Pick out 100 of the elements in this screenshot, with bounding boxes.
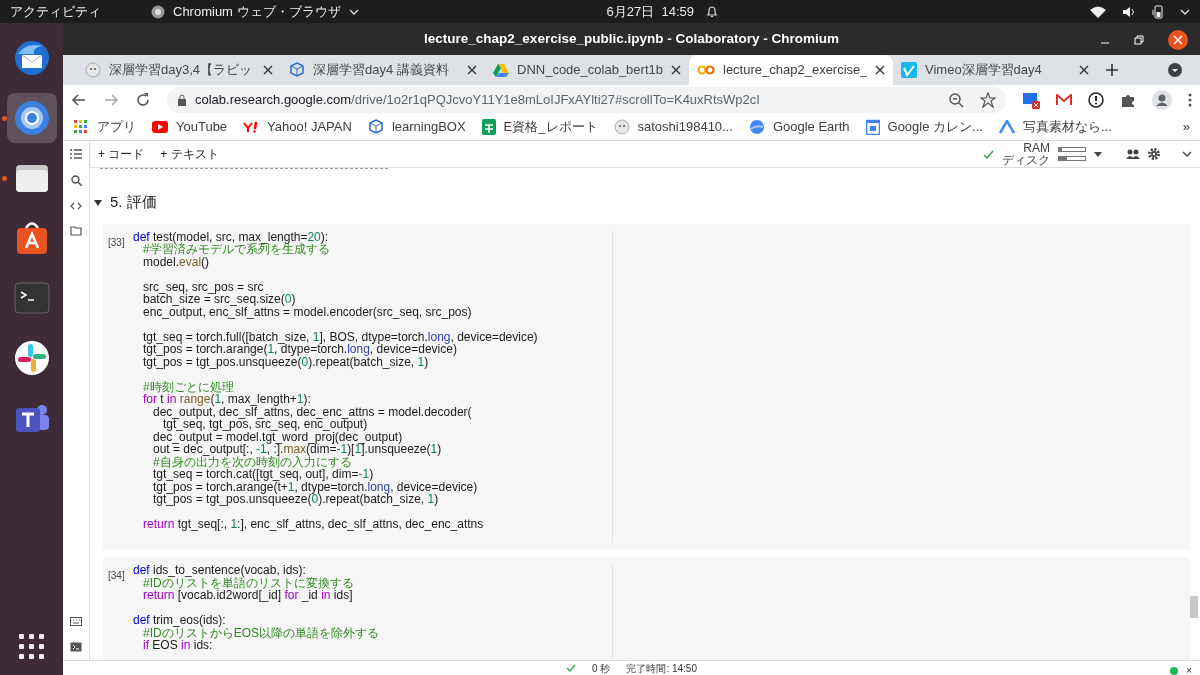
caret-icon[interactable]	[348, 7, 359, 16]
caret-icon[interactable]	[1180, 7, 1190, 16]
code-line: for t in range(1, max_length+1):	[142, 393, 311, 406]
code-line: if EOS in ids:	[142, 639, 213, 652]
clock[interactable]: 6月27日 14:59	[606, 1, 695, 22]
app-menu[interactable]: Chromium ウェブ・ブラウザ	[173, 1, 341, 22]
caret-icon[interactable]	[1094, 151, 1102, 157]
code-line: #IDのリストからEOS以降の単語を除外する	[142, 626, 380, 640]
browser-tab[interactable]: DNN_code_colab_bert1b	[485, 55, 689, 86]
code-line: def trim_eos(ids):	[133, 614, 226, 627]
bookmark[interactable]: learningBOX	[367, 117, 466, 137]
app-grid-icon[interactable]	[19, 634, 44, 659]
finish-time: 完了時間: 14:50	[626, 661, 697, 675]
add-text-button[interactable]: + テキスト	[160, 145, 219, 164]
volume-icon[interactable]	[1122, 5, 1136, 18]
bookmark[interactable]: 写真素材なら...	[998, 117, 1112, 137]
profile-icon[interactable]	[1152, 89, 1172, 110]
usage-meter	[1058, 147, 1086, 153]
star-icon[interactable]	[980, 91, 996, 108]
settings-icon[interactable]	[1148, 148, 1160, 161]
lock-icon	[177, 93, 187, 106]
table-of-contents-icon[interactable]	[70, 149, 82, 160]
code-cell[interactable]	[103, 223, 1190, 550]
keyboard-icon[interactable]	[70, 617, 82, 626]
terminal-icon[interactable]	[70, 642, 82, 652]
bookmark[interactable]: アプリ	[73, 117, 136, 137]
zoom-out-icon[interactable]	[948, 91, 964, 108]
code-line: def test(model, src, max_length=20):	[133, 230, 329, 244]
rings-icon	[697, 64, 715, 77]
activities-button[interactable]: アクティビティ	[10, 1, 101, 22]
code-line: out = dec_output[:, -1, :].max(dim=-1)[1].unsqueeze(1)	[152, 443, 442, 456]
browser-tab[interactable]: 深層学習day3,4【ラビッ	[77, 55, 281, 86]
scrollbar-thumb[interactable]	[1190, 596, 1198, 618]
code-icon[interactable]	[70, 202, 82, 211]
cube-icon	[289, 62, 305, 79]
back-icon[interactable]	[71, 91, 87, 108]
new-tab-icon[interactable]	[1105, 63, 1119, 78]
code-line: #時刻ごとに処理	[142, 380, 234, 394]
bookmark[interactable]: Yahoo! JAPAN	[243, 117, 352, 137]
code-line: enc_output, enc_slf_attns = model.encoder(src_seq, src_pos)	[142, 305, 472, 319]
close-icon[interactable]	[467, 65, 477, 76]
code-line: #学習済みモデルで系列を生成する	[142, 243, 330, 256]
bookmark[interactable]: YouTube	[152, 117, 228, 137]
close-icon[interactable]	[875, 65, 885, 76]
close-icon[interactable]	[671, 65, 681, 76]
code-line: batch_size = src_seq.size(0)	[142, 293, 296, 306]
bookmark[interactable]: Google カレン...	[865, 117, 983, 137]
bell-icon	[706, 4, 719, 19]
bookmark[interactable]: Google Earth	[748, 117, 850, 137]
collapse-toggle-icon[interactable]	[94, 199, 102, 206]
code-line: tgt_pos = tgt_pos.unsqueeze(0).repeat(batch_size, 1)	[152, 493, 439, 506]
execution-count: [33]	[107, 235, 126, 250]
check-icon	[566, 664, 577, 672]
close-icon[interactable]	[263, 65, 273, 76]
browser-tab[interactable]: 深層学習day4 講義資料	[281, 55, 485, 86]
people-icon[interactable]	[1126, 149, 1140, 160]
chevron-down-icon[interactable]	[1182, 151, 1192, 158]
browser-tab[interactable]: lecture_chap2_exercise_	[689, 55, 893, 86]
code-line: tgt_seq = torch.cat([tgt_seq, out], dim=-1)	[152, 468, 374, 481]
window-title: lecture_chap2_exercise_public.ipynb - Colaboratory - Chromium	[424, 30, 839, 49]
peak-icon	[998, 120, 1015, 135]
running-indicator	[1, 176, 7, 182]
play-icon	[152, 121, 168, 134]
add-code-button[interactable]: + コード	[98, 145, 145, 164]
code-line: tgt_pos = torch.arange(t+1, dtype=torch.long, device=device)	[152, 480, 478, 494]
code-line: return [vocab.id2word[_id] for _id in ids]	[142, 589, 353, 602]
menu-icon[interactable]	[1188, 92, 1192, 107]
globe-icon	[748, 119, 765, 136]
bookmark[interactable]: satoshi198410...	[613, 117, 733, 137]
bookmark[interactable]: E資格_レポート	[481, 117, 598, 137]
code-line: tgt_seq = torch.full([batch_size, 1], BOS, dtype=torch.long, device=device)	[142, 330, 538, 344]
video-icon	[901, 62, 917, 79]
tab-search-icon[interactable]	[1167, 62, 1183, 79]
restore-icon[interactable]	[1134, 35, 1144, 46]
reload-icon[interactable]	[135, 91, 151, 108]
section-heading: 5. 評価	[110, 192, 157, 213]
code-line: model.eval()	[142, 255, 210, 269]
folder-icon[interactable]	[70, 226, 82, 237]
mail-icon[interactable]	[1056, 93, 1072, 106]
browser-tab[interactable]: Vimeo深層学習day4	[893, 55, 1097, 86]
browser-icon	[151, 4, 165, 19]
usage-meter	[1058, 156, 1086, 162]
battery-icon[interactable]	[1152, 4, 1164, 19]
extension-icon[interactable]	[1022, 90, 1040, 109]
code-cell[interactable]: [34] def ids_to_sentence(vocab, ids): #IDのリストを単語のリストに変換する return [vocab.id2word[_id] for _id in ids] def trim_eos(ids): #IDのリストからEOS以降の単語を除外する if EOS in ids:	[103, 557, 1190, 660]
ram-label: RAM	[1023, 141, 1050, 155]
disk-label: ディスク	[1002, 154, 1050, 167]
wifi-icon[interactable]	[1090, 5, 1106, 18]
close-icon[interactable]	[1168, 30, 1188, 51]
execution-count: [34]	[107, 569, 126, 584]
close-button[interactable]: ×	[1186, 663, 1192, 675]
more-bookmarks-button[interactable]: »	[1182, 117, 1190, 137]
search-icon[interactable]	[70, 175, 82, 187]
code-line: tgt_pos = torch.arange(1, dtype=torch.long, device=device)	[142, 343, 457, 356]
code-line: dec_output = model.tgt_word_proj(dec_output)	[152, 430, 403, 444]
alert-icon[interactable]	[1088, 91, 1104, 108]
code-line: #自身の出力を次の時刻の入力にする	[152, 455, 352, 469]
duration-text: 0 秒	[592, 661, 611, 675]
close-icon[interactable]	[1079, 65, 1089, 76]
apps-grid-icon	[73, 119, 89, 136]
